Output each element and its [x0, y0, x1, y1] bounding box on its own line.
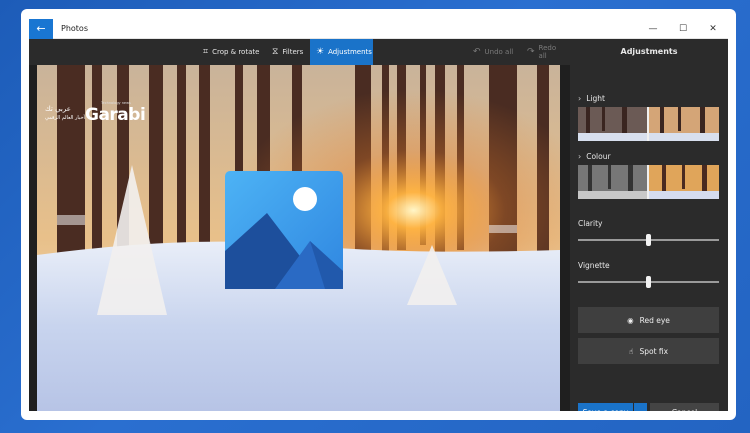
crop-icon: ⌗ — [203, 47, 209, 57]
chevron-down-icon: ⌄ — [638, 408, 644, 411]
cancel-button[interactable]: Cancel — [650, 403, 719, 411]
maximize-button[interactable]: ☐ — [668, 19, 698, 39]
red-eye-label: Red eye — [639, 315, 670, 325]
back-arrow-icon: ← — [36, 22, 46, 35]
colour-preview — [578, 165, 719, 199]
vignette-slider[interactable] — [578, 276, 719, 288]
app-title: Photos — [61, 24, 88, 33]
undo-all-button[interactable]: ↶ Undo all — [467, 39, 519, 65]
eye-icon: ◉ — [627, 315, 634, 325]
red-eye-button[interactable]: ◉ Red eye — [578, 307, 719, 333]
undo-all-label: Undo all — [484, 48, 514, 56]
save-options-button[interactable]: ⌄ — [634, 403, 647, 411]
clarity-label: Clarity — [578, 219, 603, 228]
logo-brand: Garabi — [85, 105, 146, 125]
hand-pointer-icon: ☝ — [628, 346, 634, 356]
minimize-button[interactable]: — — [638, 19, 668, 39]
clarity-thumb[interactable] — [646, 234, 651, 246]
colour-label: Colour — [586, 152, 611, 161]
redo-icon: ↷ — [527, 47, 535, 57]
save-copy-button[interactable]: Save a copy — [578, 403, 633, 411]
title-bar: ← Photos — ☐ ✕ — [29, 19, 728, 39]
colour-section[interactable]: › Colour — [578, 152, 611, 161]
filters-label: Filters — [282, 48, 304, 56]
light-strip[interactable] — [578, 107, 719, 141]
light-label: Light — [586, 94, 605, 103]
close-button[interactable]: ✕ — [698, 19, 728, 39]
edit-toolbar: ⌗ Crop & rotate ⧖ Filters ☀ Adjustments … — [29, 39, 570, 65]
light-preview — [578, 107, 719, 141]
adjustments-icon: ☀ — [316, 47, 325, 57]
crop-rotate-label: Crop & rotate — [212, 48, 260, 56]
window-controls: — ☐ ✕ — [638, 19, 728, 39]
chevron-right-icon: › — [578, 94, 582, 103]
back-button[interactable]: ← — [29, 19, 53, 39]
filters-icon: ⧖ — [272, 47, 279, 57]
spot-fix-label: Spot fix — [639, 346, 669, 356]
redo-all-label: Redo all — [538, 44, 557, 60]
photos-window: ← Photos — ☐ ✕ ⌗ Crop & rotate ⧖ Filters… — [29, 19, 728, 411]
light-section[interactable]: › Light — [578, 94, 605, 103]
filters-tab[interactable]: ⧖ Filters — [266, 39, 309, 65]
adjustments-tab[interactable]: ☀ Adjustments — [310, 39, 373, 65]
spot-fix-button[interactable]: ☝ Spot fix — [578, 338, 719, 364]
adjustments-panel: Adjustments › Light › Colour Clarity Vig… — [570, 39, 728, 411]
crop-rotate-tab[interactable]: ⌗ Crop & rotate — [197, 39, 265, 65]
clarity-slider[interactable] — [578, 234, 719, 246]
photos-app-icon — [225, 171, 343, 289]
photo-canvas[interactable]: عربي تك أخبار العالم الرقمي Technology n… — [37, 65, 560, 411]
adjustments-label: Adjustments — [328, 48, 372, 56]
colour-strip[interactable] — [578, 165, 719, 199]
chevron-right-icon: › — [578, 152, 582, 161]
undo-icon: ↶ — [473, 47, 481, 57]
vignette-thumb[interactable] — [646, 276, 651, 288]
redo-all-button[interactable]: ↷ Redo all — [521, 39, 570, 65]
logo-arabic-name: عربي تك — [45, 105, 71, 113]
panel-title: Adjustments — [620, 47, 678, 56]
logo-arabic-tagline: أخبار العالم الرقمي — [45, 115, 85, 121]
vignette-label: Vignette — [578, 261, 610, 270]
